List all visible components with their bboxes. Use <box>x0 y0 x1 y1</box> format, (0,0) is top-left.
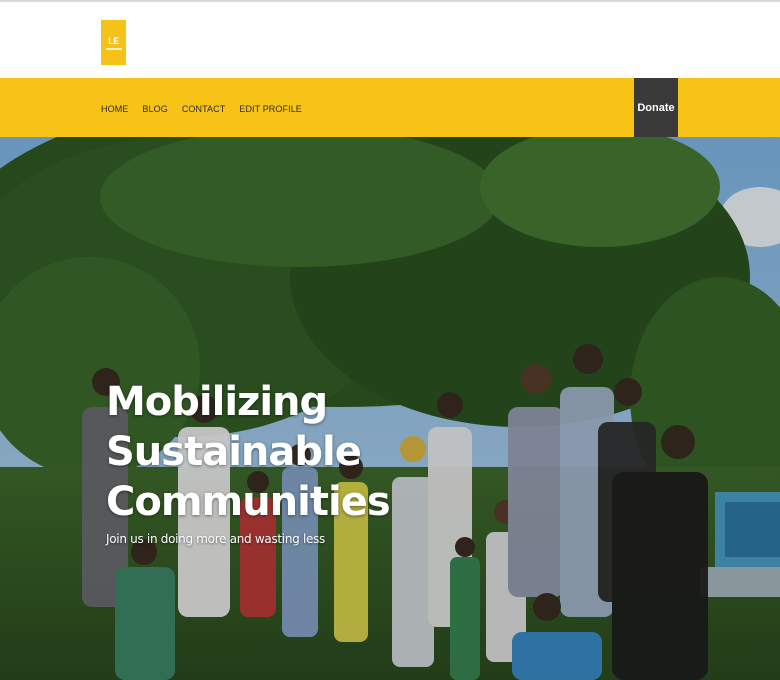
nav-item-contact: CONTACT <box>182 99 226 117</box>
nav-link-blog[interactable]: BLOG <box>142 104 167 114</box>
nav-link-edit-profile[interactable]: EDIT PROFILE <box>239 104 302 114</box>
nav-link-home[interactable]: HOME <box>101 104 128 114</box>
main-navbar: HOME BLOG CONTACT EDIT PROFILE Donate <box>0 78 780 137</box>
hero-title: Mobilizing Sustainable Communities <box>106 379 391 525</box>
donate-button[interactable]: Donate <box>634 78 678 137</box>
nav-item-blog: BLOG <box>142 99 167 117</box>
logo-text: LE <box>108 35 119 46</box>
hero-banner: Mobilizing Sustainable Communities Join … <box>0 137 780 680</box>
nav-menu: HOME BLOG CONTACT EDIT PROFILE <box>101 78 316 137</box>
site-logo[interactable]: LE <box>101 20 126 65</box>
nav-item-home: HOME <box>101 99 128 117</box>
nav-link-contact[interactable]: CONTACT <box>182 104 226 114</box>
site-header: LE <box>0 2 780 78</box>
logo-underline <box>105 47 122 50</box>
nav-item-edit-profile: EDIT PROFILE <box>239 99 302 117</box>
hero-subtitle: Join us in doing more and wasting less <box>106 532 325 546</box>
